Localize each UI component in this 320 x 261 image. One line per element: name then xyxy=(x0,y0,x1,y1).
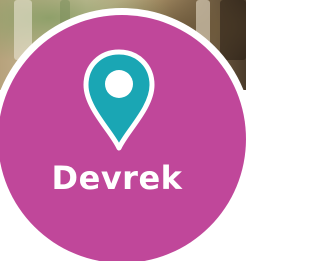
map-pin-body xyxy=(83,49,155,151)
map-pin-icon xyxy=(83,49,155,151)
photo-shadow xyxy=(220,0,246,60)
location-tile[interactable]: Devrek xyxy=(0,0,246,261)
place-name: Devrek xyxy=(51,159,183,197)
map-pin-hole xyxy=(105,70,133,98)
